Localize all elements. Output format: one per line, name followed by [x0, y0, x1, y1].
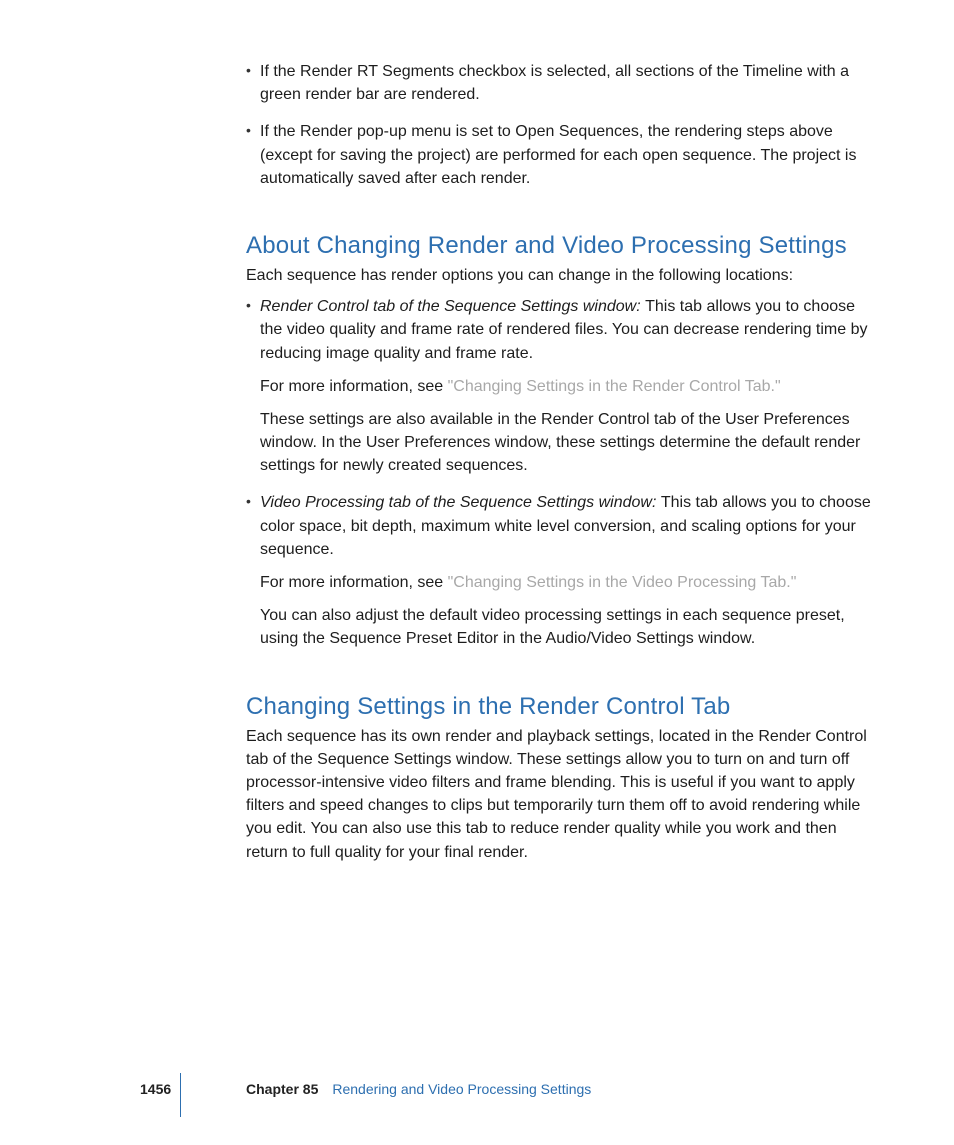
section-intro: Each sequence has render options you can… — [246, 264, 872, 287]
cross-ref-link[interactable]: "Changing Settings in the Video Processi… — [448, 574, 797, 591]
list-item: Video Processing tab of the Sequence Set… — [246, 491, 872, 650]
list-item: If the Render pop-up menu is set to Open… — [246, 120, 872, 190]
section-heading-about: About Changing Render and Video Processi… — [246, 232, 872, 260]
intro-bullet-list: If the Render RT Segments checkbox is se… — [246, 60, 872, 190]
cross-ref-link[interactable]: "Changing Settings in the Render Control… — [448, 378, 781, 395]
chapter-title: Rendering and Video Processing Settings — [332, 1081, 591, 1097]
more-info: For more information, see "Changing Sett… — [260, 375, 872, 398]
section1-list: Render Control tab of the Sequence Setti… — [246, 295, 872, 650]
more-info: For more information, see "Changing Sett… — [260, 571, 872, 594]
chapter-label: Chapter 85 — [246, 1081, 318, 1097]
list-item: If the Render RT Segments checkbox is se… — [246, 60, 872, 106]
item-after: You can also adjust the default video pr… — [260, 604, 872, 650]
page-number: 1456 — [140, 1081, 246, 1097]
list-item: Render Control tab of the Sequence Setti… — [246, 295, 872, 477]
section-heading-changing: Changing Settings in the Render Control … — [246, 693, 872, 721]
more-info-prefix: For more information, see — [260, 378, 448, 395]
item-label: Video Processing tab of the Sequence Set… — [260, 494, 661, 511]
section2-body: Each sequence has its own render and pla… — [246, 725, 872, 864]
item-label: Render Control tab of the Sequence Setti… — [260, 298, 645, 315]
more-info-prefix: For more information, see — [260, 574, 448, 591]
page-footer: 1456 Chapter 85 Rendering and Video Proc… — [0, 1081, 954, 1097]
document-page: If the Render RT Segments checkbox is se… — [0, 0, 954, 1145]
item-after: These settings are also available in the… — [260, 408, 872, 478]
